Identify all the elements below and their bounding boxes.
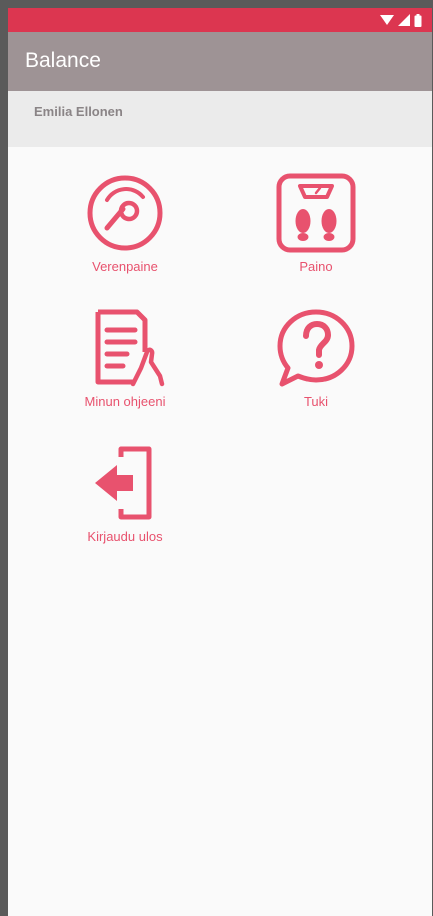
tile-label: Paino bbox=[299, 259, 333, 274]
tile-verenpaine[interactable]: Verenpaine bbox=[45, 173, 205, 274]
logout-door-icon bbox=[95, 446, 152, 520]
tile-label: Kirjaudu ulos bbox=[87, 529, 163, 544]
phone-screen: Balance Emilia Ellonen Verenpaine Paino bbox=[8, 8, 432, 916]
gauge-icon bbox=[87, 175, 163, 251]
tile-label: Verenpaine bbox=[92, 259, 158, 274]
help-bubble-icon bbox=[277, 309, 355, 387]
cell-signal-icon bbox=[398, 14, 410, 26]
user-header: Emilia Ellonen bbox=[8, 91, 432, 147]
user-name: Emilia Ellonen bbox=[34, 104, 123, 119]
status-bar bbox=[8, 8, 432, 32]
status-icons bbox=[380, 12, 422, 28]
tile-label: Tuki bbox=[303, 394, 329, 409]
scale-icon bbox=[276, 173, 356, 253]
wifi-icon bbox=[380, 15, 394, 25]
tile-tuki[interactable]: Tuki bbox=[236, 308, 396, 409]
document-hand-icon bbox=[95, 309, 165, 387]
app-bar: Balance bbox=[8, 32, 432, 91]
tile-label: Minun ohjeeni bbox=[84, 394, 166, 409]
app-title: Balance bbox=[25, 49, 101, 72]
tile-paino[interactable]: Paino bbox=[236, 173, 396, 274]
tile-kirjaudu-ulos[interactable]: Kirjaudu ulos bbox=[45, 443, 205, 544]
tile-minun-ohjeeni[interactable]: Minun ohjeeni bbox=[45, 308, 205, 409]
battery-icon bbox=[414, 13, 422, 27]
